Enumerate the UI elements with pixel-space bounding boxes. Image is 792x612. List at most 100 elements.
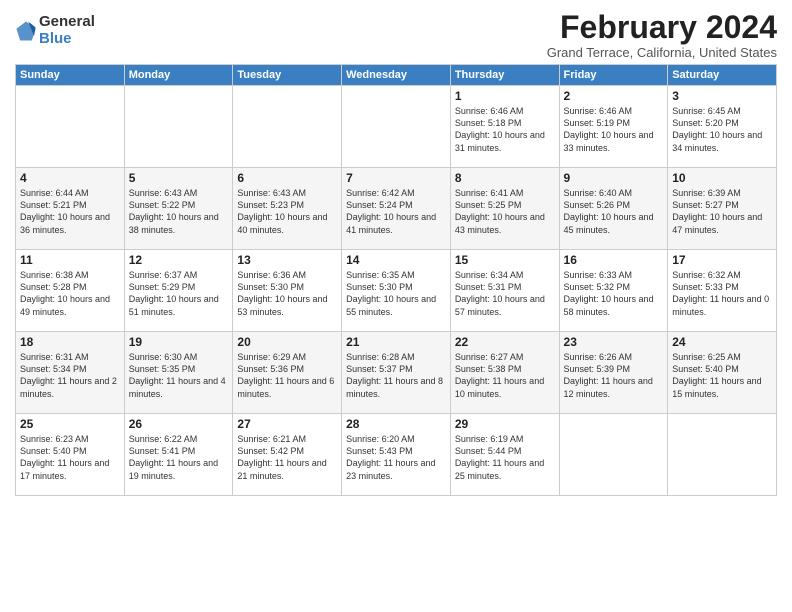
cell-content: Sunrise: 6:23 AM Sunset: 5:40 PM Dayligh… [20, 433, 120, 482]
day-number: 9 [564, 171, 664, 185]
cell-content: Sunrise: 6:29 AM Sunset: 5:36 PM Dayligh… [237, 351, 337, 400]
calendar-week-row: 4Sunrise: 6:44 AM Sunset: 5:21 PM Daylig… [16, 168, 777, 250]
cell-content: Sunrise: 6:31 AM Sunset: 5:34 PM Dayligh… [20, 351, 120, 400]
calendar-cell: 1 Sunrise: 6:46 AM Sunset: 5:18 PM Daylig… [450, 86, 559, 168]
day-number: 21 [346, 335, 446, 349]
logo: General Blue [15, 14, 95, 47]
page-container: General Blue February 2024 Grand Terrace… [0, 0, 792, 506]
cell-content: Sunrise: 6:46 AM Sunset: 5:18 PM Dayligh… [455, 105, 555, 154]
day-number: 19 [129, 335, 229, 349]
weekday-header-cell: Sunday [16, 65, 125, 86]
calendar-body: 1 Sunrise: 6:46 AM Sunset: 5:18 PM Daylig… [16, 86, 777, 496]
calendar-cell: 5 Sunrise: 6:43 AM Sunset: 5:22 PM Daylig… [124, 168, 233, 250]
day-number: 24 [672, 335, 772, 349]
day-number: 8 [455, 171, 555, 185]
weekday-header-cell: Thursday [450, 65, 559, 86]
calendar-cell: 21 Sunrise: 6:28 AM Sunset: 5:37 PM Dayli… [342, 332, 451, 414]
calendar-cell: 9 Sunrise: 6:40 AM Sunset: 5:26 PM Daylig… [559, 168, 668, 250]
cell-content: Sunrise: 6:27 AM Sunset: 5:38 PM Dayligh… [455, 351, 555, 400]
day-number: 28 [346, 417, 446, 431]
day-number: 20 [237, 335, 337, 349]
day-number: 4 [20, 171, 120, 185]
logo-text: General Blue [39, 14, 95, 47]
calendar-cell: 20 Sunrise: 6:29 AM Sunset: 5:36 PM Dayli… [233, 332, 342, 414]
cell-content: Sunrise: 6:45 AM Sunset: 5:20 PM Dayligh… [672, 105, 772, 154]
weekday-header-cell: Wednesday [342, 65, 451, 86]
logo-icon [15, 20, 37, 42]
location: Grand Terrace, California, United States [547, 45, 777, 60]
calendar-week-row: 11 Sunrise: 6:38 AM Sunset: 5:28 PM Dayli… [16, 250, 777, 332]
day-number: 7 [346, 171, 446, 185]
calendar-cell: 11 Sunrise: 6:38 AM Sunset: 5:28 PM Dayli… [16, 250, 125, 332]
day-number: 3 [672, 89, 772, 103]
cell-content: Sunrise: 6:20 AM Sunset: 5:43 PM Dayligh… [346, 433, 446, 482]
day-number: 23 [564, 335, 664, 349]
cell-content: Sunrise: 6:39 AM Sunset: 5:27 PM Dayligh… [672, 187, 772, 236]
day-number: 15 [455, 253, 555, 267]
cell-content: Sunrise: 6:36 AM Sunset: 5:30 PM Dayligh… [237, 269, 337, 318]
calendar-cell [559, 414, 668, 496]
day-number: 11 [20, 253, 120, 267]
cell-content: Sunrise: 6:21 AM Sunset: 5:42 PM Dayligh… [237, 433, 337, 482]
calendar-cell: 23Sunrise: 6:26 AM Sunset: 5:39 PM Dayli… [559, 332, 668, 414]
cell-content: Sunrise: 6:33 AM Sunset: 5:32 PM Dayligh… [564, 269, 664, 318]
day-number: 12 [129, 253, 229, 267]
weekday-header-cell: Monday [124, 65, 233, 86]
cell-content: Sunrise: 6:25 AM Sunset: 5:40 PM Dayligh… [672, 351, 772, 400]
calendar-cell: 6Sunrise: 6:43 AM Sunset: 5:23 PM Daylig… [233, 168, 342, 250]
calendar-cell: 13Sunrise: 6:36 AM Sunset: 5:30 PM Dayli… [233, 250, 342, 332]
calendar-cell: 25 Sunrise: 6:23 AM Sunset: 5:40 PM Dayli… [16, 414, 125, 496]
cell-content: Sunrise: 6:43 AM Sunset: 5:22 PM Dayligh… [129, 187, 229, 236]
cell-content: Sunrise: 6:40 AM Sunset: 5:26 PM Dayligh… [564, 187, 664, 236]
day-number: 29 [455, 417, 555, 431]
calendar-cell [342, 86, 451, 168]
calendar-week-row: 1 Sunrise: 6:46 AM Sunset: 5:18 PM Daylig… [16, 86, 777, 168]
calendar-cell: 10 Sunrise: 6:39 AM Sunset: 5:27 PM Dayli… [668, 168, 777, 250]
cell-content: Sunrise: 6:28 AM Sunset: 5:37 PM Dayligh… [346, 351, 446, 400]
calendar-cell: 4Sunrise: 6:44 AM Sunset: 5:21 PM Daylig… [16, 168, 125, 250]
calendar-cell: 17Sunrise: 6:32 AM Sunset: 5:33 PM Dayli… [668, 250, 777, 332]
cell-content: Sunrise: 6:38 AM Sunset: 5:28 PM Dayligh… [20, 269, 120, 318]
weekday-header-cell: Friday [559, 65, 668, 86]
day-number: 22 [455, 335, 555, 349]
calendar-week-row: 25 Sunrise: 6:23 AM Sunset: 5:40 PM Dayli… [16, 414, 777, 496]
calendar-cell [16, 86, 125, 168]
cell-content: Sunrise: 6:42 AM Sunset: 5:24 PM Dayligh… [346, 187, 446, 236]
weekday-header-cell: Tuesday [233, 65, 342, 86]
cell-content: Sunrise: 6:41 AM Sunset: 5:25 PM Dayligh… [455, 187, 555, 236]
calendar-week-row: 18Sunrise: 6:31 AM Sunset: 5:34 PM Dayli… [16, 332, 777, 414]
day-number: 5 [129, 171, 229, 185]
calendar-cell [668, 414, 777, 496]
calendar-cell: 18Sunrise: 6:31 AM Sunset: 5:34 PM Dayli… [16, 332, 125, 414]
calendar-cell [233, 86, 342, 168]
cell-content: Sunrise: 6:30 AM Sunset: 5:35 PM Dayligh… [129, 351, 229, 400]
calendar-cell: 26 Sunrise: 6:22 AM Sunset: 5:41 PM Dayli… [124, 414, 233, 496]
cell-content: Sunrise: 6:35 AM Sunset: 5:30 PM Dayligh… [346, 269, 446, 318]
day-number: 10 [672, 171, 772, 185]
month-title: February 2024 [547, 10, 777, 45]
calendar-table: SundayMondayTuesdayWednesdayThursdayFrid… [15, 64, 777, 496]
cell-content: Sunrise: 6:34 AM Sunset: 5:31 PM Dayligh… [455, 269, 555, 318]
day-number: 14 [346, 253, 446, 267]
calendar-cell: 16 Sunrise: 6:33 AM Sunset: 5:32 PM Dayli… [559, 250, 668, 332]
calendar-cell: 12 Sunrise: 6:37 AM Sunset: 5:29 PM Dayli… [124, 250, 233, 332]
calendar-cell: 2Sunrise: 6:46 AM Sunset: 5:19 PM Daylig… [559, 86, 668, 168]
day-number: 1 [455, 89, 555, 103]
day-number: 16 [564, 253, 664, 267]
calendar-cell: 8 Sunrise: 6:41 AM Sunset: 5:25 PM Daylig… [450, 168, 559, 250]
cell-content: Sunrise: 6:43 AM Sunset: 5:23 PM Dayligh… [237, 187, 337, 236]
calendar-cell: 15 Sunrise: 6:34 AM Sunset: 5:31 PM Dayli… [450, 250, 559, 332]
calendar-cell [124, 86, 233, 168]
calendar-cell: 29 Sunrise: 6:19 AM Sunset: 5:44 PM Dayli… [450, 414, 559, 496]
day-number: 26 [129, 417, 229, 431]
cell-content: Sunrise: 6:46 AM Sunset: 5:19 PM Dayligh… [564, 105, 664, 154]
day-number: 25 [20, 417, 120, 431]
cell-content: Sunrise: 6:32 AM Sunset: 5:33 PM Dayligh… [672, 269, 772, 318]
calendar-cell: 28 Sunrise: 6:20 AM Sunset: 5:43 PM Dayli… [342, 414, 451, 496]
calendar-cell: 14 Sunrise: 6:35 AM Sunset: 5:30 PM Dayli… [342, 250, 451, 332]
cell-content: Sunrise: 6:19 AM Sunset: 5:44 PM Dayligh… [455, 433, 555, 482]
cell-content: Sunrise: 6:22 AM Sunset: 5:41 PM Dayligh… [129, 433, 229, 482]
calendar-cell: 22 Sunrise: 6:27 AM Sunset: 5:38 PM Dayli… [450, 332, 559, 414]
calendar-header-row: SundayMondayTuesdayWednesdayThursdayFrid… [16, 65, 777, 86]
cell-content: Sunrise: 6:37 AM Sunset: 5:29 PM Dayligh… [129, 269, 229, 318]
